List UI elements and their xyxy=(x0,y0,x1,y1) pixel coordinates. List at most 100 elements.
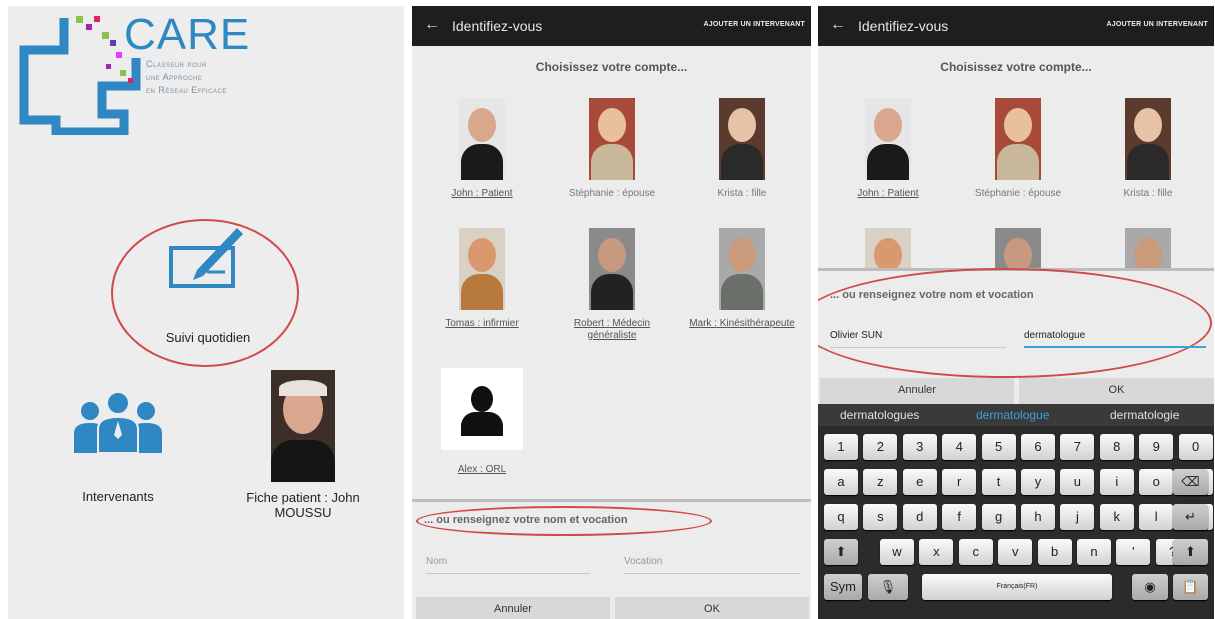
patient-photo xyxy=(271,370,335,482)
mic-icon[interactable]: 🎙 xyxy=(868,574,908,600)
key-u[interactable]: u xyxy=(1060,469,1095,495)
key-e[interactable]: e xyxy=(902,469,937,495)
account-mark[interactable]: Mark : Kinésithérapeute xyxy=(682,228,802,330)
home-screen: CARE Classeur pour une Approche en Résea… xyxy=(8,6,404,619)
key-k[interactable]: k xyxy=(1099,504,1134,530)
key-7[interactable]: 7 xyxy=(1060,434,1095,460)
fiche-patient-label: Fiche patient : John MOUSSU xyxy=(246,490,360,520)
key-d[interactable]: d xyxy=(902,504,937,530)
account-john[interactable]: John : Patient xyxy=(422,98,542,200)
vocation-field[interactable]: Vocation xyxy=(624,552,800,574)
fiche-patient-button[interactable]: Fiche patient : John MOUSSU xyxy=(228,370,378,520)
key-z[interactable]: z xyxy=(863,469,898,495)
key-b[interactable]: b xyxy=(1037,539,1072,565)
name-field[interactable]: Olivier SUN xyxy=(830,326,1006,348)
edit-form-icon xyxy=(169,228,243,288)
shift-key-right[interactable]: ⬆ xyxy=(1173,539,1208,565)
key-r[interactable]: r xyxy=(942,469,977,495)
backspace-key[interactable]: ⌫ xyxy=(1173,469,1208,495)
account-label: Tomas : infirmier xyxy=(445,318,519,329)
key-o[interactable]: o xyxy=(1139,469,1174,495)
key-q[interactable]: q xyxy=(824,504,858,530)
account-alex[interactable]: Alex : ORL xyxy=(422,368,542,476)
suggestion-item[interactable]: dermatologie xyxy=(1110,408,1179,422)
key-0[interactable]: 0 xyxy=(1178,434,1213,460)
key-h[interactable]: h xyxy=(1021,504,1055,530)
divider xyxy=(412,499,811,502)
suivi-quotidien-label: Suivi quotidien xyxy=(165,330,251,345)
key-8[interactable]: 8 xyxy=(1099,434,1134,460)
suggestion-item-selected[interactable]: dermatologue xyxy=(976,408,1049,422)
account-stephanie[interactable]: Stéphanie : épouse xyxy=(552,98,672,200)
clipboard-icon[interactable]: 📋 xyxy=(1173,574,1208,600)
key-t[interactable]: t xyxy=(981,469,1016,495)
account-tomas[interactable] xyxy=(828,228,948,268)
cancel-button[interactable]: Annuler xyxy=(820,378,1014,404)
app-bar: ← Identifiez-vous AJOUTER UN INTERVENANT xyxy=(412,6,811,46)
add-intervenant-button[interactable]: AJOUTER UN INTERVENANT xyxy=(703,21,805,28)
account-label: John : Patient xyxy=(451,188,513,199)
account-photo xyxy=(995,98,1041,180)
back-arrow-icon[interactable]: ← xyxy=(424,16,440,34)
add-intervenant-button[interactable]: AJOUTER UN INTERVENANT xyxy=(1106,21,1208,28)
key-s[interactable]: s xyxy=(863,504,898,530)
account-photo xyxy=(719,228,765,310)
key-4[interactable]: 4 xyxy=(942,434,977,460)
key-w[interactable]: w xyxy=(880,539,914,565)
key-2[interactable]: 2 xyxy=(863,434,898,460)
account-photo xyxy=(995,228,1041,268)
logo-tagline-line: en Réseau Efficace xyxy=(146,85,227,95)
sym-key[interactable]: Sym xyxy=(824,574,862,600)
key-i[interactable]: i xyxy=(1099,469,1134,495)
account-john[interactable]: John : Patient xyxy=(828,98,948,200)
shift-key[interactable]: ⬆ xyxy=(824,539,858,565)
name-field[interactable]: Nom xyxy=(426,552,590,574)
cancel-button[interactable]: Annuler xyxy=(416,597,610,619)
key-3[interactable]: 3 xyxy=(902,434,937,460)
app-bar-title: Identifiez-vous xyxy=(452,18,543,34)
key-5[interactable]: 5 xyxy=(981,434,1016,460)
key-a[interactable]: a xyxy=(824,469,858,495)
identify-screen-keyboard: ← Identifiez-vous AJOUTER UN INTERVENANT… xyxy=(818,6,1214,619)
intervenants-label: Intervenants xyxy=(82,489,154,504)
key-punct-6[interactable]: ' xyxy=(1116,539,1151,565)
key-c[interactable]: c xyxy=(958,539,993,565)
account-photo xyxy=(459,228,505,310)
space-key[interactable]: Français(FR) xyxy=(922,574,1112,600)
key-v[interactable]: v xyxy=(998,539,1033,565)
ok-button[interactable]: OK xyxy=(1019,378,1214,404)
key-l[interactable]: l xyxy=(1139,504,1174,530)
account-krista[interactable]: Krista : fille xyxy=(1088,98,1208,200)
globe-icon[interactable]: ◉ xyxy=(1132,574,1168,600)
account-label: Robert : Médecin généraliste xyxy=(573,318,651,341)
account-krista[interactable]: Krista : fille xyxy=(682,98,802,200)
account-stephanie[interactable]: Stéphanie : épouse xyxy=(958,98,1078,200)
key-1[interactable]: 1 xyxy=(824,434,858,460)
identify-screen: ← Identifiez-vous AJOUTER UN INTERVENANT… xyxy=(412,6,811,619)
choose-account-heading: Choisissez votre compte... xyxy=(535,60,688,74)
account-mark[interactable] xyxy=(1088,228,1208,268)
ok-button[interactable]: OK xyxy=(615,597,809,619)
key-j[interactable]: j xyxy=(1060,504,1095,530)
account-photo xyxy=(865,98,911,180)
logo-tagline-line: une Approche xyxy=(146,72,203,82)
suivi-quotidien-button[interactable]: Suivi quotidien xyxy=(138,226,278,345)
enter-key[interactable]: ↵ xyxy=(1173,504,1208,530)
back-arrow-icon[interactable]: ← xyxy=(830,16,846,34)
key-x[interactable]: x xyxy=(919,539,954,565)
suggestion-item[interactable]: dermatologues xyxy=(840,408,919,422)
key-y[interactable]: y xyxy=(1021,469,1055,495)
account-photo xyxy=(1125,98,1171,180)
key-9[interactable]: 9 xyxy=(1139,434,1174,460)
key-f[interactable]: f xyxy=(942,504,977,530)
key-6[interactable]: 6 xyxy=(1021,434,1055,460)
vocation-field[interactable]: dermatologue xyxy=(1024,326,1206,348)
key-g[interactable]: g xyxy=(981,504,1016,530)
account-robert[interactable] xyxy=(958,228,1078,268)
intervenants-button[interactable]: Intervenants xyxy=(48,391,188,504)
manual-entry-label: ... ou renseignez votre nom et vocation xyxy=(424,514,628,526)
account-tomas[interactable]: Tomas : infirmier xyxy=(422,228,542,330)
key-n[interactable]: n xyxy=(1077,539,1111,565)
account-photo xyxy=(1125,228,1171,268)
account-robert[interactable]: Robert : Médecin généraliste xyxy=(552,228,672,342)
